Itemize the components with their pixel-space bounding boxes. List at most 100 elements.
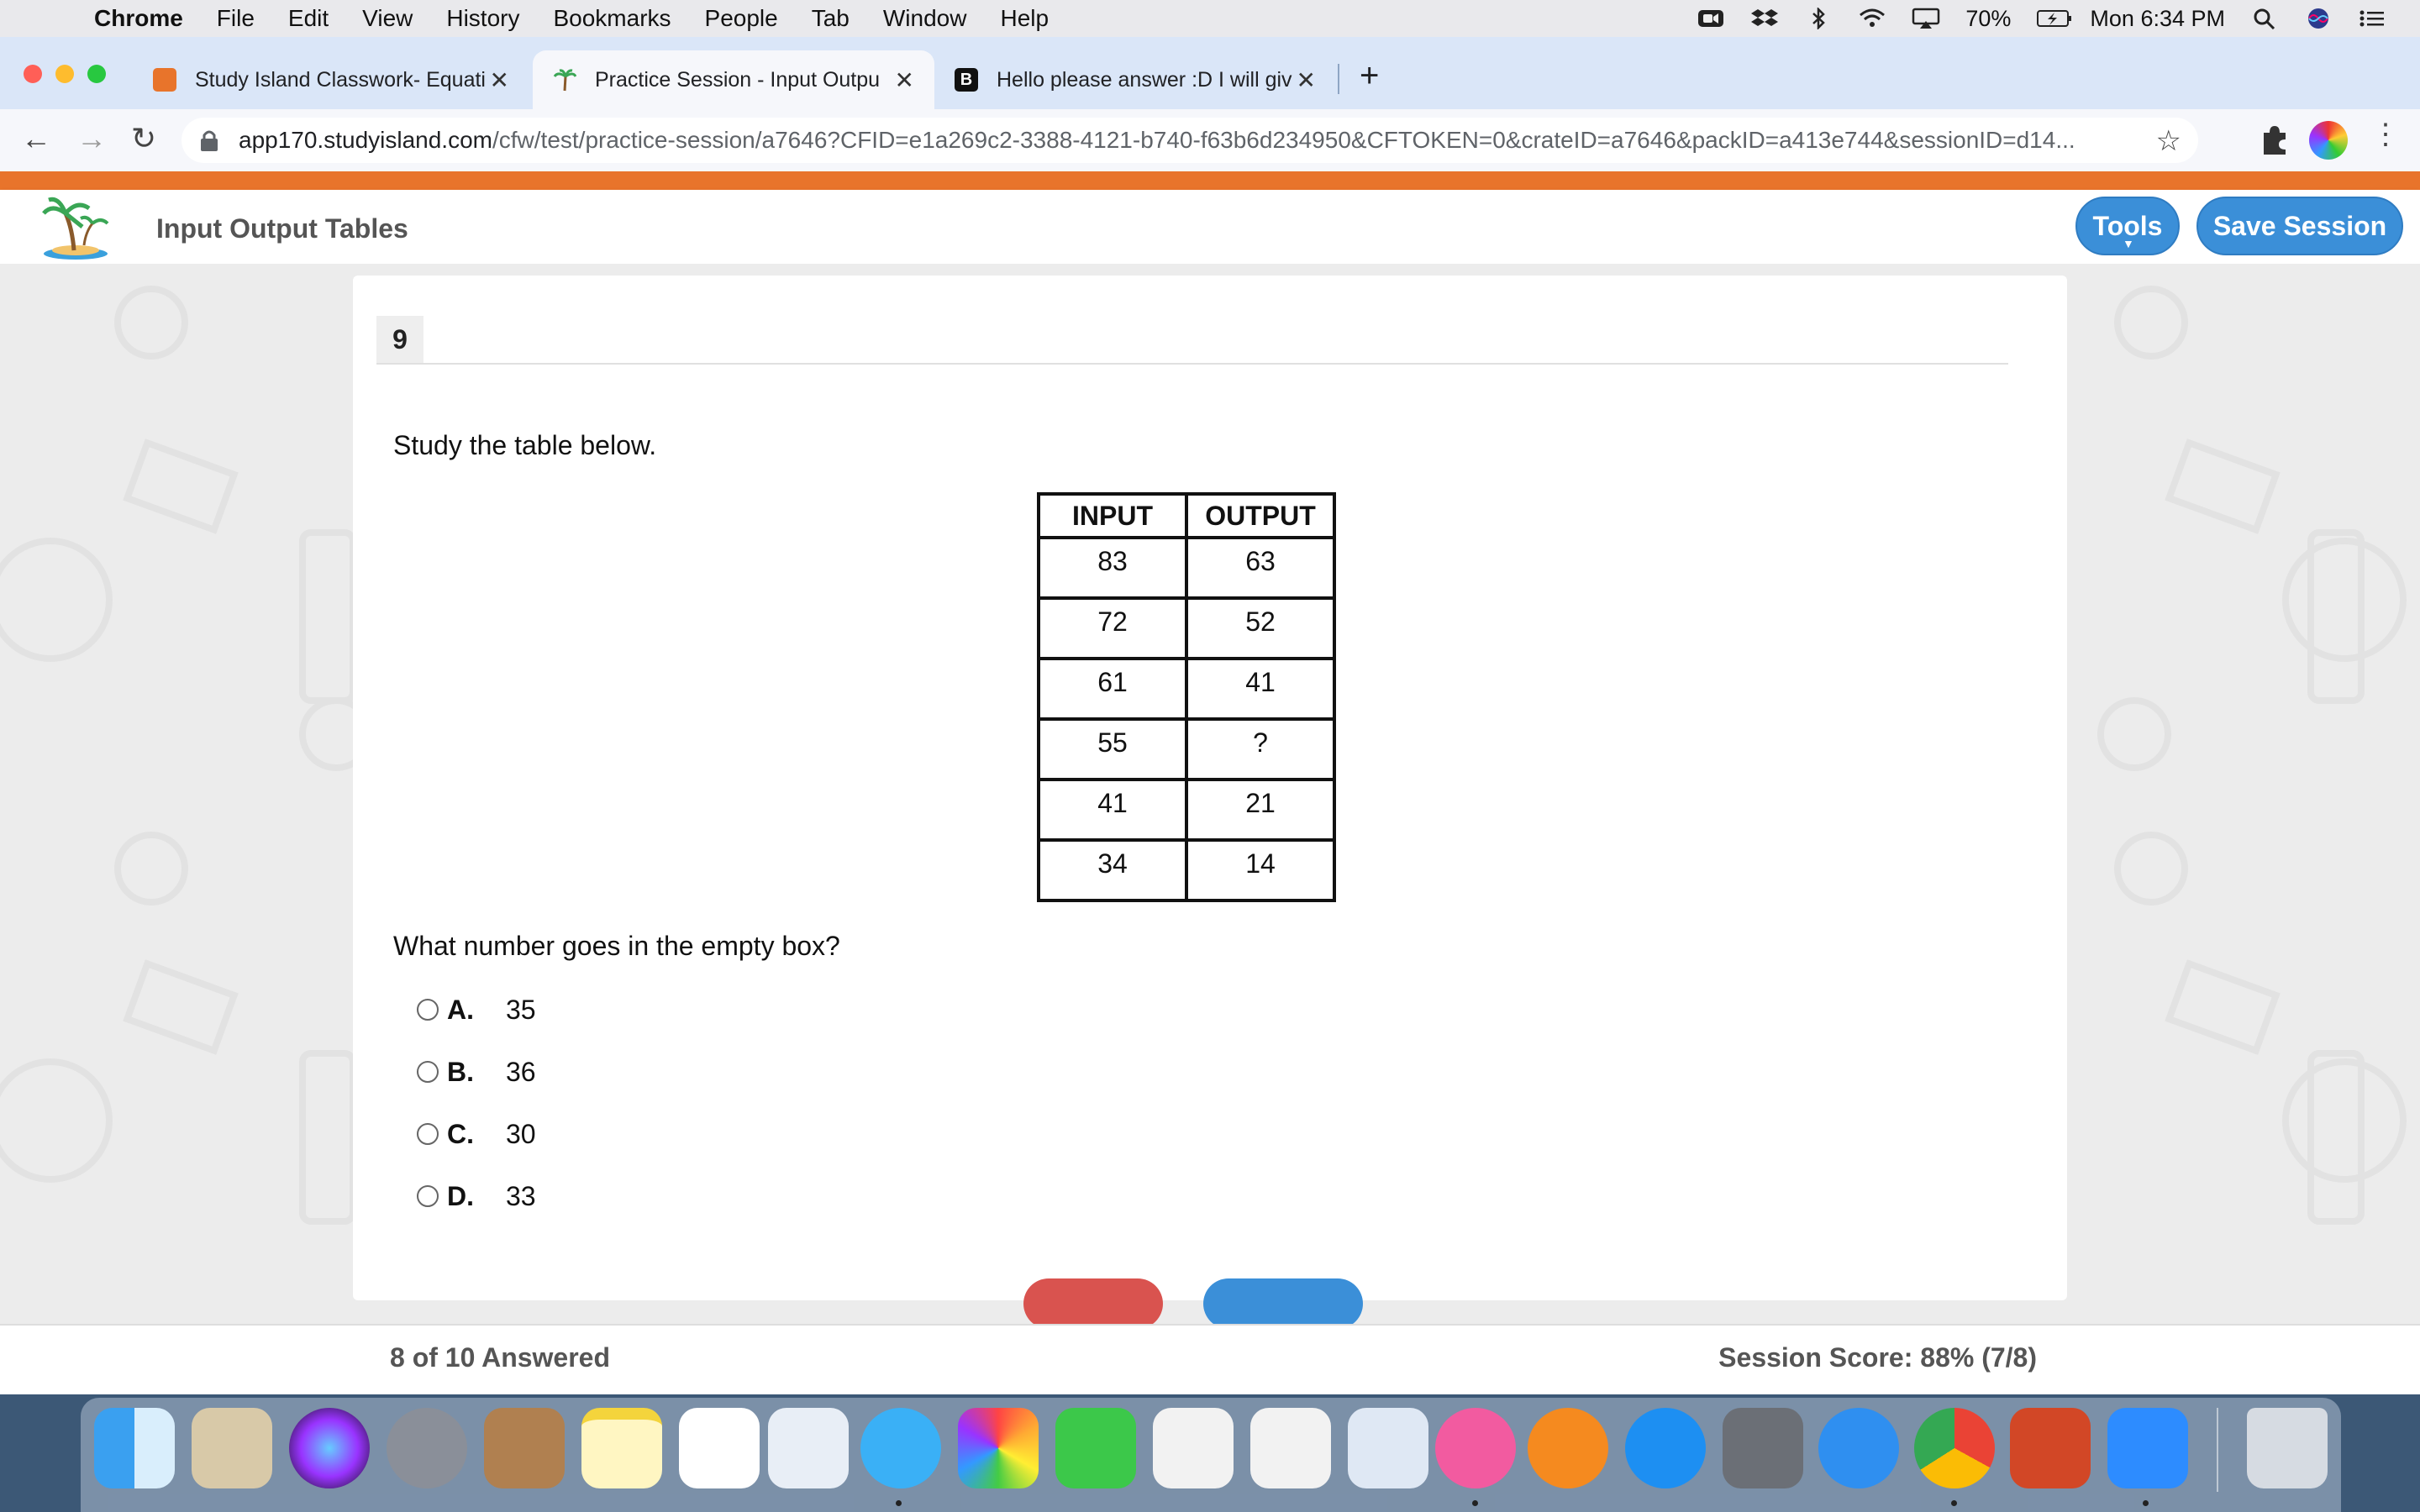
launchpad-icon[interactable]	[387, 1408, 467, 1488]
facetime-icon[interactable]	[1055, 1408, 1136, 1488]
answer-option-a[interactable]: A. 35	[417, 991, 536, 1028]
tab-hello-please-answer[interactable]: B Hello please answer :D I will giv ✕	[934, 50, 1336, 109]
clock[interactable]: Mon 6:34 PM	[2090, 6, 2225, 32]
zoom-app-icon[interactable]	[2107, 1408, 2188, 1488]
tab-title: Study Island Classwork- Equati	[195, 67, 486, 92]
mail-icon[interactable]	[192, 1408, 272, 1488]
spotlight-search-icon[interactable]	[2250, 8, 2279, 30]
save-session-button[interactable]: Save Session	[2196, 197, 2403, 255]
messages-icon[interactable]	[860, 1408, 941, 1488]
reload-icon[interactable]: ↻	[124, 121, 163, 156]
classroom-favicon-icon	[153, 68, 176, 92]
back-arrow-icon[interactable]: ←	[17, 121, 55, 156]
answer-option-b[interactable]: B. 36	[417, 1053, 536, 1090]
menu-bookmarks[interactable]: Bookmarks	[553, 5, 671, 32]
books-icon[interactable]	[1528, 1408, 1608, 1488]
option-letter: D.	[447, 1180, 474, 1211]
running-indicator	[1951, 1500, 1957, 1506]
app-store-icon[interactable]	[1625, 1408, 1706, 1488]
zoom-status-icon[interactable]	[1697, 8, 1725, 29]
radio-button-d[interactable]	[417, 1185, 439, 1207]
tools-button[interactable]: Tools ▼	[2075, 197, 2180, 255]
window-minimize-button[interactable]	[55, 65, 74, 83]
new-tab-plus-icon[interactable]: +	[1360, 57, 1379, 95]
lock-icon[interactable]	[198, 128, 220, 153]
menu-help[interactable]: Help	[1000, 5, 1049, 32]
pages-icon[interactable]	[1153, 1408, 1234, 1488]
palm-tree-favicon-icon	[553, 68, 577, 92]
safari-icon[interactable]	[1818, 1408, 1899, 1488]
tab-study-island-classwork[interactable]: Study Island Classwork- Equati ✕	[133, 50, 529, 109]
submit-button[interactable]	[1203, 1278, 1363, 1329]
contacts-icon[interactable]	[484, 1408, 565, 1488]
system-preferences-icon[interactable]	[1723, 1408, 1803, 1488]
reminders-icon[interactable]	[679, 1408, 760, 1488]
radio-button-a[interactable]	[417, 999, 439, 1021]
menu-edit[interactable]: Edit	[288, 5, 329, 32]
url-host: app170.studyisland.com	[239, 127, 492, 153]
question-divider	[376, 363, 2008, 365]
photos-icon[interactable]	[958, 1408, 1039, 1488]
running-indicator	[2143, 1500, 2149, 1506]
browser-tab-strip: Study Island Classwork- Equati ✕ Practic…	[0, 37, 2420, 109]
option-letter: B.	[447, 1056, 474, 1087]
output-cell-unknown: ?	[1185, 717, 1336, 781]
menu-file[interactable]: File	[217, 5, 255, 32]
profile-avatar[interactable]	[2309, 121, 2348, 160]
save-session-label: Save Session	[2212, 210, 2387, 241]
radio-button-c[interactable]	[417, 1123, 439, 1145]
study-island-logo-icon[interactable]	[40, 195, 111, 260]
input-cell: 83	[1037, 536, 1188, 600]
tab-practice-session[interactable]: Practice Session - Input Outpu ✕	[533, 50, 934, 109]
running-indicator	[896, 1500, 902, 1506]
preview-icon[interactable]	[768, 1408, 849, 1488]
menu-window[interactable]: Window	[883, 5, 967, 32]
extensions-puzzle-icon[interactable]	[2260, 123, 2289, 160]
radio-button-b[interactable]	[417, 1061, 439, 1083]
input-cell: 61	[1037, 657, 1188, 721]
question-prompt: Study the table below.	[393, 430, 657, 460]
address-bar[interactable]: app170.studyisland.com/cfw/test/practice…	[182, 118, 2198, 163]
notes-icon[interactable]	[581, 1408, 662, 1488]
chrome-icon[interactable]	[1914, 1408, 1995, 1488]
notification-center-icon[interactable]	[2358, 8, 2386, 29]
window-zoom-button[interactable]	[87, 65, 106, 83]
window-close-button[interactable]	[24, 65, 42, 83]
close-tab-icon[interactable]: ✕	[1297, 66, 1316, 94]
close-tab-icon[interactable]: ✕	[895, 66, 914, 94]
output-cell: 14	[1185, 838, 1336, 902]
finder-icon[interactable]	[94, 1408, 175, 1488]
battery-icon[interactable]	[2036, 8, 2072, 29]
siri-icon[interactable]	[2304, 8, 2333, 29]
chrome-menu-icon[interactable]: ⋮	[2371, 118, 2400, 151]
numbers-icon[interactable]	[1250, 1408, 1331, 1488]
wifi-icon[interactable]	[1858, 8, 1886, 29]
menu-tab[interactable]: Tab	[812, 5, 850, 32]
bookmark-star-icon[interactable]: ☆	[2156, 124, 2181, 158]
menu-view[interactable]: View	[362, 5, 413, 32]
answer-option-d[interactable]: D. 33	[417, 1178, 536, 1215]
table-row: 61 41	[1037, 657, 1336, 721]
airplay-icon[interactable]	[1912, 8, 1940, 29]
trash-icon[interactable]	[2247, 1408, 2328, 1488]
dropbox-icon[interactable]	[1750, 8, 1779, 29]
output-cell: 41	[1185, 657, 1336, 721]
brainly-favicon-icon: B	[955, 68, 978, 92]
itunes-icon[interactable]	[1435, 1408, 1516, 1488]
close-tab-icon[interactable]: ✕	[490, 66, 509, 94]
reset-button[interactable]	[1023, 1278, 1163, 1329]
option-letter: A.	[447, 994, 474, 1025]
keynote-icon[interactable]	[1348, 1408, 1428, 1488]
menu-history[interactable]: History	[446, 5, 519, 32]
option-letter: C.	[447, 1118, 474, 1149]
url-path: /cfw/test/practice-session/a7646?CFID=e1…	[492, 127, 2075, 153]
output-cell: 52	[1185, 596, 1336, 660]
powerpoint-icon[interactable]	[2010, 1408, 2091, 1488]
forward-arrow-icon[interactable]: →	[72, 121, 111, 156]
bluetooth-icon[interactable]	[1804, 6, 1833, 31]
answer-option-c[interactable]: C. 30	[417, 1116, 536, 1152]
menu-app-name[interactable]: Chrome	[94, 5, 183, 32]
table-row: 55?	[1037, 717, 1336, 781]
menu-people[interactable]: People	[705, 5, 778, 32]
siri-dock-icon[interactable]	[289, 1408, 370, 1488]
